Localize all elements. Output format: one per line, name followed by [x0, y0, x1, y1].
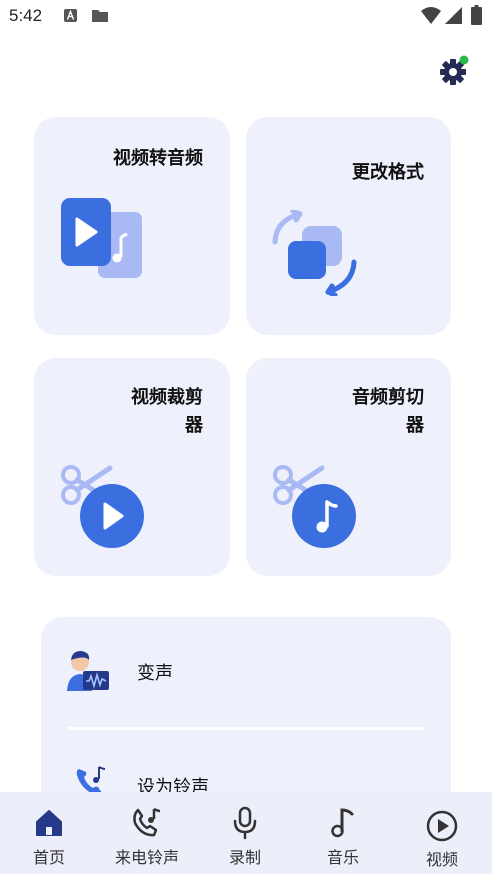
signal-icon	[445, 7, 462, 24]
home-icon	[36, 810, 62, 836]
phone-music-icon	[133, 807, 161, 837]
tab-label: 视频	[425, 850, 458, 869]
video-to-audio-icon	[61, 198, 142, 278]
microphone-icon	[233, 806, 257, 840]
status-bar: 5:42	[0, 0, 492, 34]
video-to-audio-card[interactable]: 视频转音频	[34, 117, 230, 335]
audio-cutter-card[interactable]: 音频剪切 器	[246, 358, 451, 576]
tab-label: 首页	[32, 848, 65, 867]
audio-cut-icon	[273, 465, 356, 548]
card-title: 音频剪切 器	[352, 384, 424, 440]
tab-music[interactable]: 音乐	[294, 792, 392, 874]
status-time: 5:42	[9, 6, 43, 25]
tab-record[interactable]: 录制	[196, 792, 294, 874]
font-app-icon	[64, 9, 77, 22]
card-title: 视频转音频	[113, 148, 203, 169]
video-cutter-card[interactable]: 视频裁剪 器	[34, 358, 230, 576]
tab-video[interactable]: 视频	[392, 792, 492, 874]
card-title: 更改格式	[352, 162, 424, 183]
battery-icon	[471, 5, 482, 25]
folder-icon	[92, 10, 108, 22]
bottom-navigation: 首页 来电铃声 录制 音乐 视频	[0, 792, 492, 874]
card-title: 视频裁剪 器	[131, 384, 203, 440]
list-item-label: 变声	[137, 663, 173, 684]
change-format-card[interactable]: 更改格式	[246, 117, 451, 335]
card-title-line1: 视频裁剪	[131, 387, 203, 408]
notification-dot	[459, 55, 469, 65]
tab-label: 来电铃声	[114, 848, 179, 867]
settings-button[interactable]	[437, 54, 471, 88]
tab-label: 录制	[228, 848, 261, 867]
music-note-icon	[331, 808, 354, 838]
card-title-line1: 音频剪切	[352, 387, 424, 408]
tab-home[interactable]: 首页	[0, 792, 98, 874]
tab-ringtones[interactable]: 来电铃声	[98, 792, 196, 874]
gear-icon	[440, 55, 469, 85]
tab-label: 音乐	[326, 848, 359, 867]
play-circle-icon	[426, 810, 458, 842]
wifi-icon	[421, 7, 441, 24]
list-item-voice-changer[interactable]: 变声	[41, 627, 451, 717]
video-cut-icon	[61, 465, 144, 548]
voice-changer-icon	[67, 651, 109, 691]
card-title-line2: 器	[406, 415, 424, 436]
list-divider	[68, 727, 424, 730]
card-title-line2: 器	[185, 415, 203, 436]
format-convert-icon	[272, 210, 357, 296]
